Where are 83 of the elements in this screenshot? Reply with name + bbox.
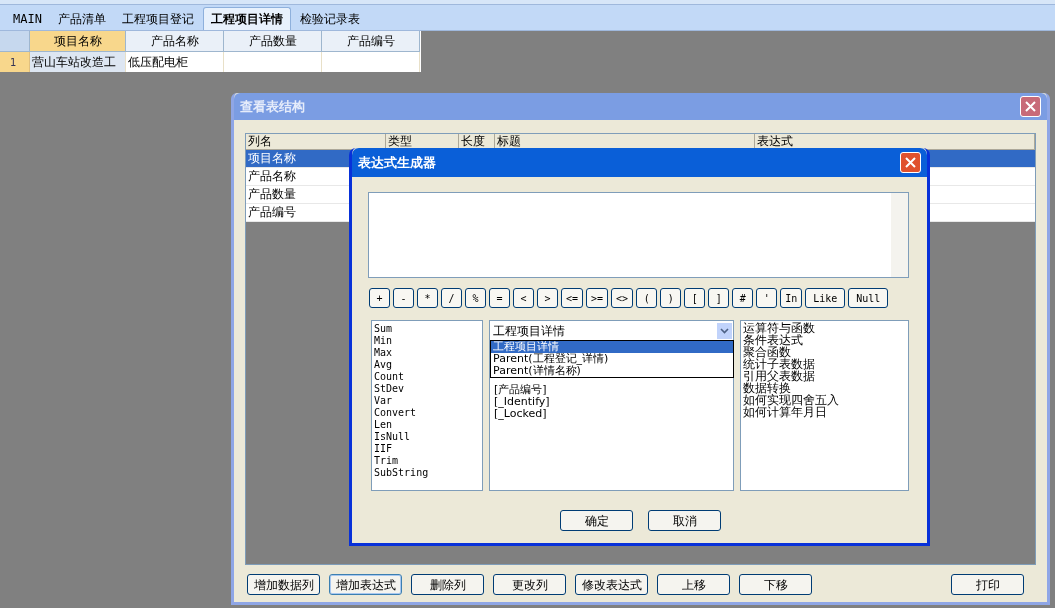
list-item[interactable]: [_Identify]	[494, 396, 550, 408]
dialog-button[interactable]: 上移	[657, 574, 730, 595]
table-cell: 低压配电柜	[126, 52, 224, 72]
column-header[interactable]: 项目名称	[30, 31, 126, 52]
operator-button[interactable]: -	[393, 288, 414, 308]
close-icon	[905, 157, 916, 168]
list-item[interactable]: 数据转换	[743, 382, 908, 394]
operator-button[interactable]: <>	[611, 288, 634, 308]
dialog-button[interactable]: 更改列	[493, 574, 566, 595]
list-item[interactable]: 统计子表数据	[743, 358, 908, 370]
list-item[interactable]: Len	[374, 419, 482, 431]
list-item[interactable]: Count	[374, 371, 482, 383]
list-item[interactable]: Avg	[374, 359, 482, 371]
tab[interactable]: 产品清单	[50, 7, 113, 30]
dropdown-arrow-button[interactable]	[717, 323, 732, 339]
dialog-button[interactable]: 删除列	[411, 574, 484, 595]
window-title: 查看表结构	[240, 97, 305, 116]
list-item[interactable]: SubString	[374, 467, 482, 479]
column-header[interactable]: 产品编号	[322, 31, 420, 52]
tab[interactable]: MAIN	[6, 7, 49, 30]
column-header[interactable]: 产品名称	[126, 31, 224, 52]
operator-button[interactable]: *	[417, 288, 438, 308]
dropdown-option[interactable]: Parent(详情名称)	[491, 365, 733, 377]
list-item[interactable]: 条件表达式	[743, 334, 908, 346]
column-header[interactable]: 产品数量	[224, 31, 322, 52]
tab[interactable]: 检验记录表	[292, 7, 367, 30]
list-item[interactable]: 如何计算年月日	[743, 406, 908, 418]
operator-button[interactable]: Null	[848, 288, 889, 308]
dropdown-option[interactable]: 工程项目详情	[491, 341, 733, 353]
list-item[interactable]: Min	[374, 335, 482, 347]
list-item[interactable]: Var	[374, 395, 482, 407]
list-item[interactable]: [_Locked]	[494, 408, 547, 420]
operator-button[interactable]: (	[636, 288, 658, 308]
list-item[interactable]: Trim	[374, 455, 482, 467]
operator-button[interactable]: >	[537, 288, 558, 308]
dialog-button[interactable]: 打印	[951, 574, 1024, 595]
operator-button[interactable]: %	[465, 288, 486, 308]
list-item[interactable]: [产品编号]	[494, 384, 547, 396]
dialog-button[interactable]: 确定	[560, 510, 633, 531]
list-item[interactable]: 运算符与函数	[743, 322, 908, 334]
operator-button[interactable]: <=	[561, 288, 584, 308]
table-dropdown[interactable]: 工程项目详情	[491, 322, 732, 340]
list-item[interactable]: StDev	[374, 383, 482, 395]
help-list[interactable]: 运算符与函数 条件表达式 聚合函数 统计子表数据 引用父表数据 数据转换 如何实现四舍五入 如何计算年月日	[740, 320, 909, 491]
dropdown-value: 工程项目详情	[493, 323, 565, 340]
list-item[interactable]: IsNull	[374, 431, 482, 443]
tab[interactable]: 工程项目详情	[202, 7, 291, 30]
operator-button[interactable]: Like	[805, 288, 846, 308]
dialog-button[interactable]: 增加数据列	[247, 574, 320, 595]
expression-field[interactable]	[368, 192, 909, 278]
operator-button[interactable]: [	[684, 288, 706, 308]
dialog-button[interactable]: 修改表达式	[575, 574, 648, 595]
list-item[interactable]: Max	[374, 347, 482, 359]
close-button[interactable]	[900, 152, 921, 173]
list-item[interactable]: IIF	[374, 443, 482, 455]
operator-button[interactable]: )	[660, 288, 682, 308]
dialog-button[interactable]: 增加表达式	[329, 574, 402, 595]
list-item[interactable]: 如何实现四舍五入	[743, 394, 908, 406]
list-item[interactable]: 聚合函数	[743, 346, 908, 358]
operator-button[interactable]: +	[369, 288, 390, 308]
operator-button[interactable]: ]	[708, 288, 730, 308]
function-list[interactable]: Sum Min Max Avg Count StDev Var Convert Len IsNull IIF Trim SubString	[371, 320, 483, 491]
dialog-button[interactable]: 取消	[648, 510, 721, 531]
operator-button[interactable]: =	[489, 288, 510, 308]
operator-button[interactable]: /	[441, 288, 462, 308]
window-title: 表达式生成器	[358, 153, 436, 172]
close-icon	[1025, 101, 1036, 112]
dropdown-option[interactable]: Parent(工程登记_详情)	[491, 353, 733, 365]
tab[interactable]: 工程项目登记	[114, 7, 201, 30]
operator-button[interactable]: #	[732, 288, 754, 308]
list-item[interactable]: Convert	[374, 407, 482, 419]
operator-button[interactable]: '	[756, 288, 778, 308]
operator-button[interactable]: In	[780, 288, 803, 308]
dialog-button[interactable]: 下移	[739, 574, 812, 595]
field-list[interactable]: 工程项目详情 工程项目详情 Parent(工程登记_详情) Parent(详情名称) [产品编号] [_Identify] [_Locked]	[489, 320, 734, 491]
close-button[interactable]	[1020, 96, 1041, 117]
operator-button[interactable]: >=	[586, 288, 609, 308]
row-number: 1	[0, 52, 30, 72]
list-item[interactable]: Sum	[374, 323, 482, 335]
operator-button[interactable]: <	[513, 288, 534, 308]
list-item[interactable]: 引用父表数据	[743, 370, 908, 382]
chevron-down-icon	[720, 328, 729, 334]
table-cell: 营山车站改造工	[30, 52, 126, 72]
